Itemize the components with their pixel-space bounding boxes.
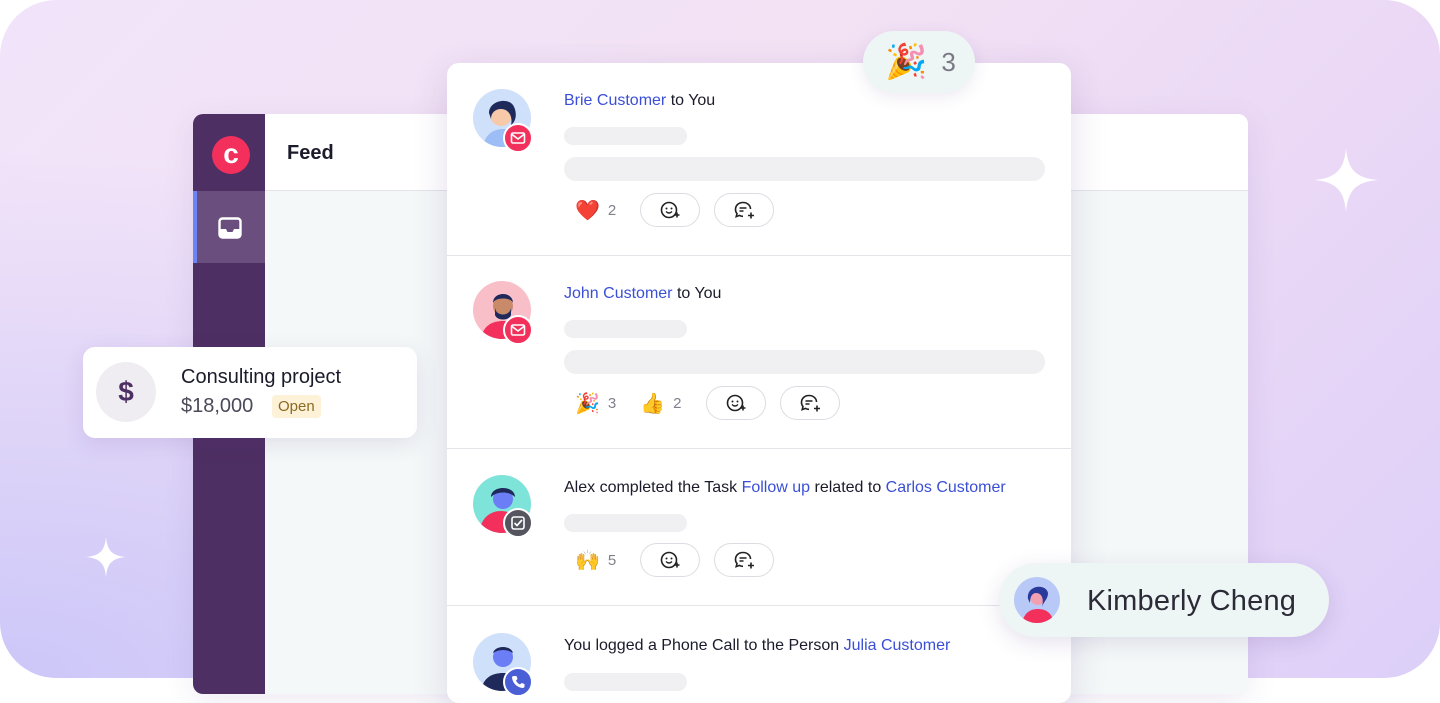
placeholder-line [564, 320, 687, 338]
task-check-icon [503, 508, 533, 538]
deal-amount: $18,000 [181, 395, 254, 417]
task-link[interactable]: Follow up [742, 479, 810, 496]
add-comment-button[interactable] [714, 193, 775, 227]
feed-headline: Brie Customer to You [564, 92, 716, 109]
add-reaction-button[interactable] [705, 386, 766, 420]
add-emoji-icon [660, 201, 680, 219]
author-link[interactable]: John Customer [564, 285, 673, 302]
status-badge: Open [272, 395, 321, 418]
reactions-bar: 🎉 3 👍 2 [575, 385, 854, 421]
deal-card[interactable]: $ Consulting project $18,000 Open [83, 347, 417, 438]
add-comment-icon [734, 201, 755, 219]
feed-headline: You logged a Phone Call to the Person Ju… [564, 637, 951, 654]
feed-item: Brie Customer to You ❤️ 2 [447, 63, 1071, 256]
target-label: You [688, 92, 716, 109]
add-emoji-icon [660, 551, 680, 569]
placeholder-line [564, 514, 687, 532]
reaction-heart[interactable]: ❤️ 2 [575, 198, 616, 223]
deal-title: Consulting project [181, 366, 342, 388]
dollar-icon: $ [96, 362, 156, 422]
add-reaction-button[interactable] [640, 543, 701, 577]
target-label: You [694, 285, 722, 302]
add-comment-button[interactable] [779, 386, 840, 420]
placeholder-line [564, 350, 1045, 374]
placeholder-line [564, 127, 687, 145]
add-comment-button[interactable] [714, 543, 775, 577]
reactions-bar: ❤️ 2 [575, 192, 788, 228]
party-popper-icon: 🎉 [885, 43, 928, 81]
reaction-thumbs-up[interactable]: 👍 2 [640, 391, 681, 416]
user-chip[interactable]: Kimberly Cheng [999, 563, 1329, 637]
placeholder-line [564, 157, 1045, 181]
person-link[interactable]: Julia Customer [844, 637, 951, 654]
reaction-raised-hands[interactable]: 🙌 5 [575, 548, 616, 573]
feed-headline: Alex completed the Task Follow up relate… [564, 479, 1006, 496]
add-comment-icon [734, 551, 755, 569]
page-title: Feed [287, 142, 334, 164]
add-reaction-button[interactable] [640, 193, 701, 227]
person-link[interactable]: Carlos Customer [886, 479, 1006, 496]
sparkle-icon [86, 537, 126, 577]
reactions-bar: 🙌 5 [575, 542, 788, 578]
avatar [1014, 577, 1060, 623]
reaction-count: 3 [941, 46, 956, 77]
author-link[interactable]: Brie Customer [564, 92, 666, 109]
app-logo[interactable]: c [212, 136, 250, 174]
placeholder-line [564, 673, 687, 691]
sparkle-icon [1314, 148, 1378, 212]
mail-icon [503, 315, 533, 345]
inbox-icon [218, 217, 242, 239]
add-emoji-icon [726, 394, 745, 412]
mail-icon [503, 123, 533, 153]
party-reaction-bubble: 🎉 3 [863, 31, 975, 93]
sidebar-item-inbox[interactable] [193, 191, 265, 263]
activity-feed: Brie Customer to You ❤️ 2 John Customer … [447, 63, 1071, 703]
feed-item: You logged a Phone Call to the Person Ju… [447, 605, 1071, 703]
feed-item: Alex completed the Task Follow up relate… [447, 448, 1071, 606]
reaction-party[interactable]: 🎉 3 [575, 391, 616, 416]
feed-item: John Customer to You 🎉 3 👍 2 [447, 255, 1071, 449]
phone-icon [503, 667, 533, 697]
feed-headline: John Customer to You [564, 285, 722, 302]
add-comment-icon [800, 394, 820, 412]
user-name: Kimberly Cheng [1087, 585, 1297, 617]
